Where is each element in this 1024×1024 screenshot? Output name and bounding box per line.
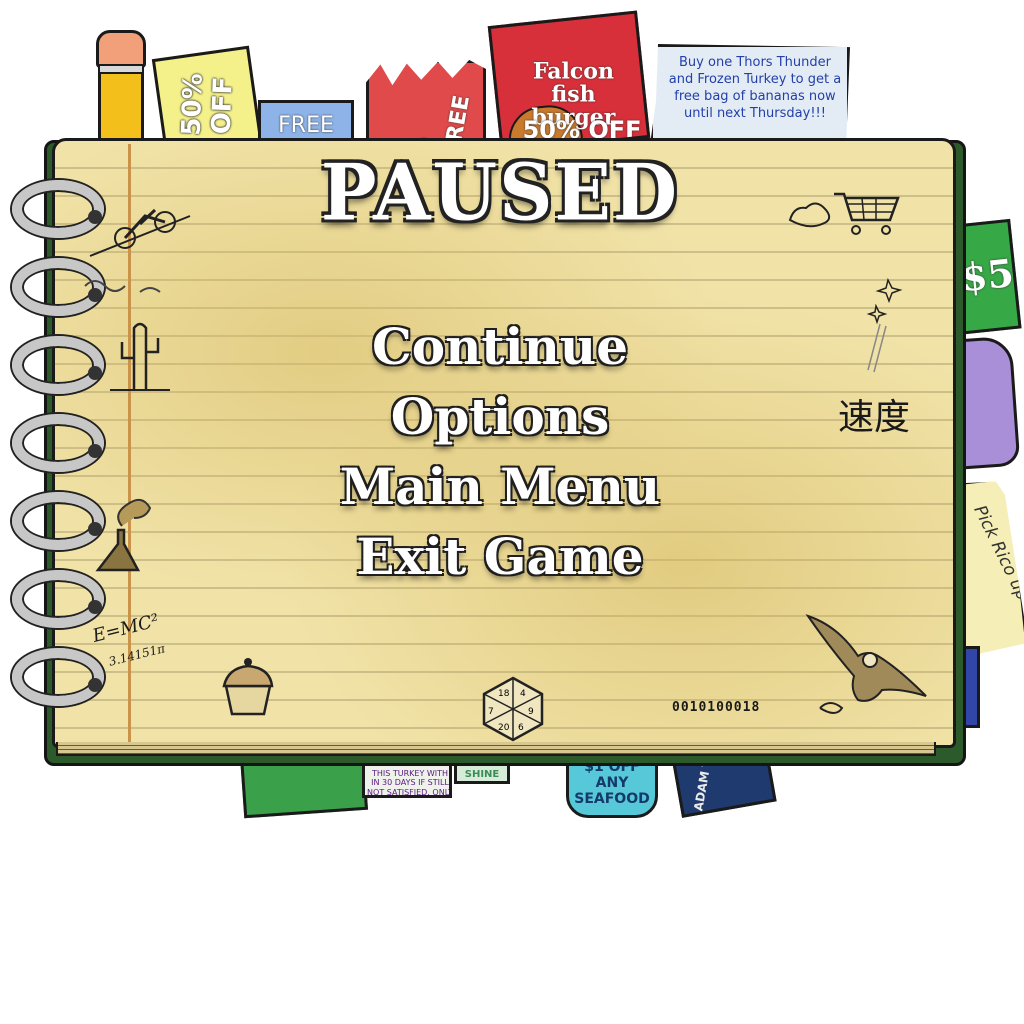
score-counter: 0010100018 [672,700,761,715]
options-button[interactable]: Options [0,382,1000,452]
pause-menu: Continue Options Main Menu Exit Game [0,312,1000,592]
coupon-falcon-burger: Falcon fish burger 50% OFF [487,10,651,154]
dice-face-1: 18 [498,689,510,699]
tab-green-text: $5 [958,249,1016,301]
coupon-thor-text: Buy one Thors Thunder and Frozen Turkey … [668,55,842,121]
muffin-icon [222,658,274,716]
pencil-eraser [96,30,146,68]
main-menu-button[interactable]: Main Menu [0,452,1000,522]
eagle-icon [805,614,927,714]
dice-face-5: 20 [498,723,510,733]
pause-title: PAUSED [320,147,680,239]
d20-dice-icon: 18 4 9 6 20 7 [482,676,544,742]
dice-face-6: 7 [488,707,494,717]
dice-face-2: 4 [520,689,526,699]
coupon-thor-thunder: Buy one Thors Thunder and Frozen Turkey … [650,44,850,148]
pencil-decoration [98,62,144,142]
exit-game-button[interactable]: Exit Game [0,522,1000,592]
dice-face-3: 9 [528,707,534,717]
coupon-red: 2 FREE [366,60,486,150]
coupon-blue-text: FREE [278,113,334,138]
seafood-text: $1 OFF ANY SEAFOOD [574,759,650,808]
gum-text: SHINE [464,769,500,780]
notebook-page-edges [56,742,936,756]
pencil-band [98,64,144,74]
continue-button[interactable]: Continue [0,312,1000,382]
spiral-ring [12,648,104,706]
dice-face-4: 6 [518,723,524,733]
